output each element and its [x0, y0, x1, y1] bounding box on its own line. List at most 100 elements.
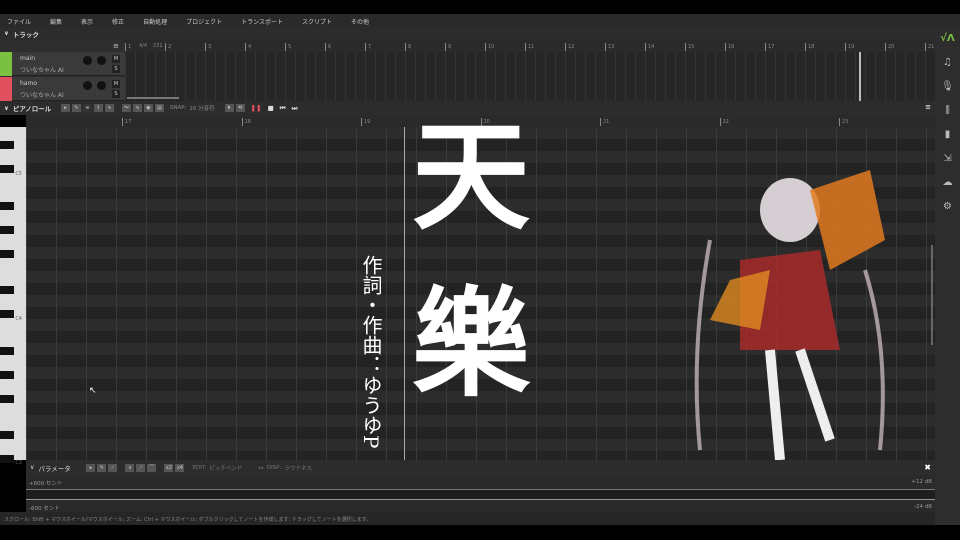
- hamburger-menu-icon[interactable]: ≡: [925, 103, 931, 111]
- gear-icon[interactable]: ⚙: [935, 201, 960, 212]
- pianoroll-bar-label: 22: [719, 118, 729, 126]
- pan-knob[interactable]: [97, 81, 106, 90]
- ruler-bar-label: 16: [725, 43, 734, 51]
- parameter-upper-row[interactable]: +600 セント +12 dB: [26, 475, 935, 489]
- chevron-down-icon[interactable]: ∨: [4, 30, 9, 37]
- track-main[interactable]: main ついなちゃん AI M S: [0, 52, 125, 76]
- music-note-icon[interactable]: ♫: [935, 57, 960, 68]
- black-key[interactable]: [0, 431, 14, 440]
- waveform-view-icon[interactable]: ◉: [143, 104, 153, 112]
- stop-button[interactable]: ■: [268, 104, 274, 112]
- zoom-x4-button[interactable]: x4: [175, 463, 185, 472]
- track-playhead[interactable]: [859, 52, 861, 101]
- close-icon[interactable]: ✖: [924, 463, 931, 472]
- menu-modify[interactable]: 修正: [112, 17, 124, 26]
- solo-button[interactable]: S: [112, 90, 120, 98]
- app-logo-icon[interactable]: √Λ: [935, 33, 960, 44]
- select-tool-icon[interactable]: ▸: [86, 463, 96, 472]
- volume-knob[interactable]: [83, 56, 92, 65]
- playhead[interactable]: [404, 127, 405, 460]
- tempo[interactable]: 231: [153, 43, 163, 49]
- select-tool-icon[interactable]: ▸: [60, 104, 70, 112]
- snap-select[interactable]: 16 分音符: [189, 104, 214, 112]
- ruler-bar-label: 21: [925, 43, 934, 51]
- pianoroll-bar-label: 21: [600, 118, 609, 126]
- track-scrollbar[interactable]: [127, 97, 179, 99]
- disp-label: DISP:: [266, 464, 282, 471]
- swap-icon[interactable]: ↔: [258, 464, 263, 472]
- follow-playback-icon[interactable]: ⏵: [224, 104, 234, 112]
- time-signature[interactable]: 4/4: [139, 43, 147, 49]
- parameter-lower-row[interactable]: -600 セント -24 dB: [26, 500, 935, 512]
- volume-knob[interactable]: [83, 81, 92, 90]
- timeline-ruler[interactable]: 4/4 231 1 2 3 4 5 6 7 8 9 10 11 12 13 14 15 16 17 18 19 20 2…: [125, 40, 935, 52]
- menu-file[interactable]: ファイル: [7, 17, 31, 26]
- menu-edit[interactable]: 編集: [50, 17, 62, 26]
- loop-icon[interactable]: ⟲: [235, 104, 245, 112]
- black-key[interactable]: [0, 310, 14, 319]
- vshape-tool-icon[interactable]: ∨: [125, 463, 135, 472]
- pan-knob[interactable]: [97, 56, 106, 65]
- snap-label: SNAP:: [169, 105, 187, 111]
- ruler-bar-label: 6: [325, 43, 331, 51]
- overlay-title-char-1: 天: [412, 107, 531, 246]
- cloud-icon[interactable]: ☁: [935, 177, 960, 188]
- edit-label: EDIT:: [192, 464, 207, 471]
- track-color-main: [0, 52, 12, 76]
- chevron-down-icon[interactable]: ∨: [4, 105, 9, 112]
- vibrato-view-icon[interactable]: ∿: [132, 104, 142, 112]
- pianoroll-bar-label: 17: [122, 118, 131, 126]
- mute-button[interactable]: M: [112, 55, 120, 63]
- black-key[interactable]: [0, 395, 14, 403]
- forward-button[interactable]: ⏭: [292, 104, 298, 113]
- track-color-hamo: [0, 77, 12, 101]
- export-icon[interactable]: ⇲: [935, 153, 960, 164]
- arch-tool-icon[interactable]: ⌒: [147, 463, 157, 472]
- pitch-line-icon[interactable]: ⌇: [93, 104, 103, 112]
- track-name: hamo: [20, 80, 37, 87]
- pencil-tool-icon[interactable]: ✎: [97, 463, 107, 472]
- black-key[interactable]: [0, 141, 14, 150]
- ramp-tool-icon[interactable]: ⟋: [136, 463, 146, 472]
- parameter-title: パラメータ: [38, 464, 71, 473]
- black-key[interactable]: [0, 346, 14, 355]
- zoom-x2-button[interactable]: x2: [164, 463, 174, 472]
- edit-select[interactable]: ピッチベンド: [209, 464, 242, 472]
- hamburger-menu-icon[interactable]: ≡: [113, 42, 119, 50]
- library-icon[interactable]: ⫼: [935, 105, 960, 116]
- menu-view[interactable]: 表示: [81, 17, 93, 26]
- piano-keyboard[interactable]: C5 C4 C3: [0, 127, 26, 466]
- pitch-view-icon[interactable]: 〜: [121, 104, 131, 112]
- menu-automation[interactable]: 自動処理: [143, 17, 167, 26]
- disp-select[interactable]: ラウドネス: [284, 464, 312, 472]
- line-tool-icon[interactable]: ⟋: [108, 463, 118, 472]
- menu-transport[interactable]: トランスポート: [241, 17, 283, 26]
- pencil-tool-icon[interactable]: ✎: [71, 104, 81, 112]
- menu-project[interactable]: プロジェクト: [186, 17, 222, 26]
- track-lanes[interactable]: [125, 52, 935, 101]
- black-key[interactable]: [0, 370, 14, 379]
- book-icon[interactable]: ▮: [935, 129, 960, 140]
- chevron-down-icon[interactable]: ∨: [30, 464, 34, 471]
- upper-cents-label: +600 セント: [29, 481, 63, 487]
- link-tool-icon[interactable]: ∞: [82, 104, 92, 112]
- curve-tool-icon[interactable]: ∿: [104, 104, 114, 112]
- rewind-button[interactable]: ⏮: [280, 104, 286, 113]
- black-key[interactable]: [0, 225, 14, 234]
- menu-other[interactable]: その他: [351, 17, 369, 26]
- menu-script[interactable]: スクリプト: [302, 17, 332, 26]
- black-key[interactable]: [0, 455, 14, 464]
- lyrics-view-icon[interactable]: ▤: [154, 104, 164, 112]
- microphone-icon[interactable]: 🎙︎: [935, 81, 960, 92]
- vertical-scrollbar[interactable]: [931, 245, 933, 345]
- black-key[interactable]: [0, 250, 14, 258]
- mute-button[interactable]: M: [112, 80, 120, 88]
- black-key[interactable]: [0, 201, 14, 210]
- parameter-divider[interactable]: [26, 489, 935, 500]
- pause-button[interactable]: ❚❚: [251, 104, 262, 112]
- black-key[interactable]: [0, 165, 14, 174]
- track-section-header[interactable]: ∨ トラック: [0, 27, 935, 40]
- black-key[interactable]: [0, 286, 14, 295]
- solo-button[interactable]: S: [112, 65, 120, 73]
- track-hamo[interactable]: hamo ついなちゃん AI M S: [0, 77, 125, 101]
